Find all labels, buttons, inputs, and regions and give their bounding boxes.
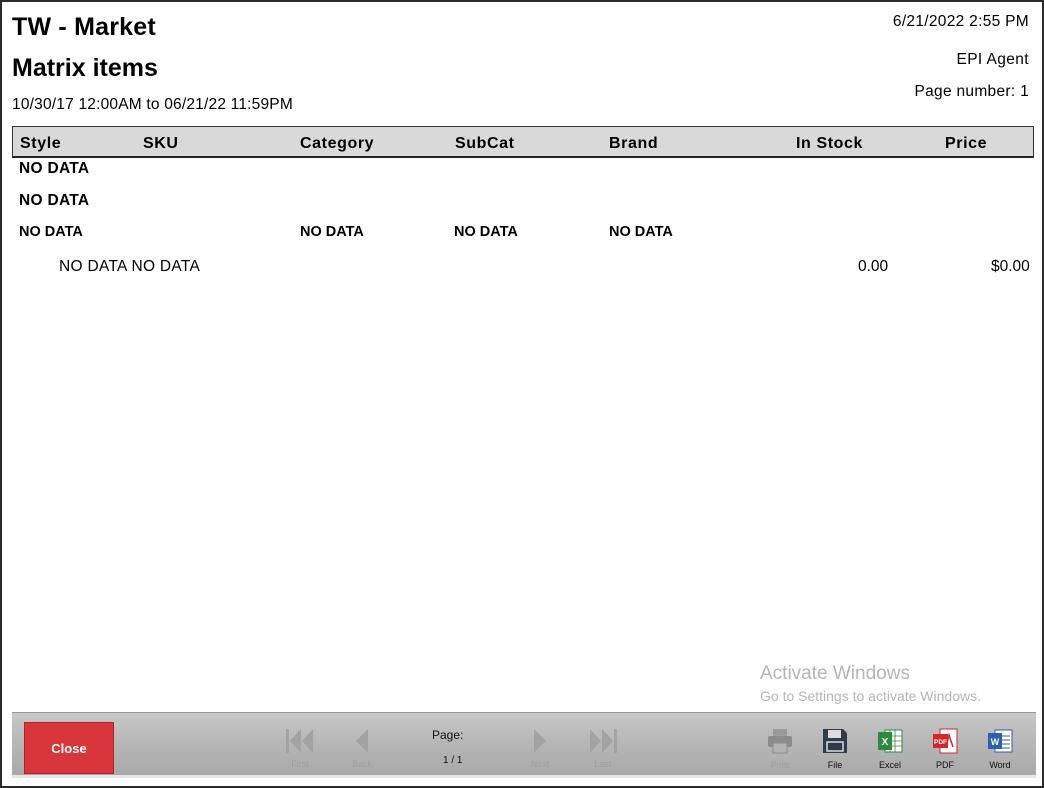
- activate-windows-subtitle: Go to Settings to activate Windows.: [760, 688, 981, 704]
- group-row-3-subcat: NO DATA: [454, 224, 518, 240]
- column-header-subcat: SubCat: [455, 135, 515, 152]
- page-label: Page:: [432, 728, 464, 742]
- next-page-icon: [534, 729, 546, 753]
- svg-text:W: W: [991, 737, 1000, 747]
- column-header-sku: SKU: [143, 135, 179, 152]
- table-header: Style SKU Category SubCat Brand In Stock…: [12, 126, 1034, 158]
- report-viewer-window: TW - Market Matrix items 10/30/17 12:00A…: [0, 0, 1044, 788]
- page-count: 1 / 1: [443, 755, 463, 766]
- agent-name: EPI Agent: [956, 51, 1029, 68]
- group-row-3-brand: NO DATA: [609, 224, 673, 240]
- pdf-icon: PDF: [933, 728, 958, 754]
- report-title: Matrix items: [12, 54, 158, 82]
- last-page-button[interactable]: Last: [583, 727, 623, 773]
- group-row-3-category: NO DATA: [300, 224, 364, 240]
- item-price: $0.00: [991, 258, 1030, 275]
- file-label: File: [827, 760, 843, 770]
- excel-icon: X: [878, 729, 903, 753]
- group-row-2: NO DATA: [19, 192, 90, 209]
- column-header-category: Category: [300, 135, 375, 152]
- report-toolbar: Close First Back Page: 1 / 1 Next Last P…: [12, 712, 1036, 778]
- excel-label: Excel: [878, 760, 901, 770]
- last-page-icon: [590, 729, 617, 753]
- next-page-label: Next: [530, 759, 550, 769]
- word-label: Word: [989, 760, 1011, 770]
- first-page-label: First: [291, 759, 309, 769]
- export-word-button[interactable]: W Word: [980, 727, 1020, 777]
- previous-page-button[interactable]: Back: [342, 727, 382, 773]
- word-icon: W: [988, 729, 1013, 753]
- column-header-price: Price: [945, 135, 988, 152]
- previous-page-icon: [356, 729, 368, 753]
- first-page-icon: [286, 729, 313, 753]
- svg-text:PDF: PDF: [934, 739, 947, 746]
- close-button[interactable]: Close: [24, 722, 114, 774]
- date-range: 10/30/17 12:00AM to 06/21/22 11:59PM: [12, 96, 293, 113]
- svg-text:X: X: [882, 737, 889, 748]
- printer-icon: [768, 729, 792, 754]
- export-excel-button[interactable]: X Excel: [870, 727, 910, 777]
- group-row-3-style: NO DATA: [19, 224, 83, 240]
- item-in-stock: 0.00: [858, 258, 889, 275]
- store-name: TW - Market: [12, 13, 156, 41]
- previous-page-label: Back: [351, 759, 372, 769]
- toolbar-bottom-edge: [12, 775, 1036, 778]
- last-page-label: Last: [594, 759, 612, 769]
- first-page-button[interactable]: First: [280, 727, 320, 773]
- save-disk-icon: [823, 729, 847, 753]
- next-page-button[interactable]: Next: [520, 727, 560, 773]
- column-header-in-stock: In Stock: [796, 135, 864, 152]
- item-description: NO DATA NO DATA: [59, 258, 201, 275]
- export-pdf-button[interactable]: PDF PDF: [925, 727, 965, 777]
- print-button[interactable]: Print: [760, 727, 800, 777]
- column-header-style: Style: [20, 135, 62, 152]
- group-row-1: NO DATA: [19, 160, 90, 177]
- column-header-brand: Brand: [609, 135, 659, 152]
- pdf-label: PDF: [936, 760, 954, 770]
- print-date: 6/21/2022 2:55 PM: [892, 13, 1029, 30]
- print-label: Print: [770, 760, 790, 770]
- activate-windows-title: Activate Windows: [760, 663, 910, 684]
- page-number: Page number: 1: [914, 83, 1029, 100]
- save-file-button[interactable]: File: [815, 727, 855, 777]
